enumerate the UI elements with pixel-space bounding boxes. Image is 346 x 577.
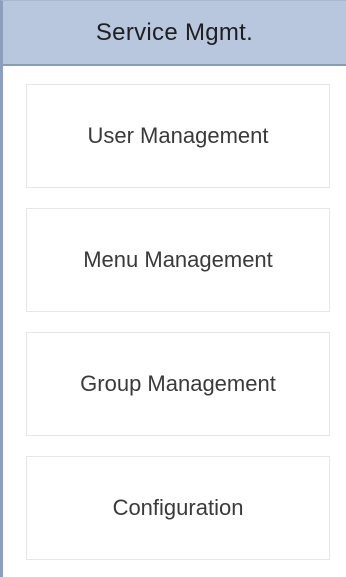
menu-item-menu-management[interactable]: Menu Management: [26, 208, 330, 312]
panel-header: Service Mgmt.: [0, 0, 346, 66]
menu-item-label: Configuration: [112, 495, 244, 520]
left-border-rail: [0, 0, 3, 577]
menu-item-label: Menu Management: [83, 247, 273, 272]
menu-item-configuration[interactable]: Configuration: [26, 456, 330, 560]
menu-item-group-management[interactable]: Group Management: [26, 332, 330, 436]
menu-list: User Management Menu Management Group Ma…: [26, 84, 330, 560]
menu-item-label: User Management: [87, 123, 269, 148]
menu-item-user-management[interactable]: User Management: [26, 84, 330, 188]
service-management-panel: Service Mgmt. User Management Menu Manag…: [0, 0, 346, 577]
menu-item-label: Group Management: [80, 371, 276, 396]
panel-title: Service Mgmt.: [95, 18, 254, 46]
